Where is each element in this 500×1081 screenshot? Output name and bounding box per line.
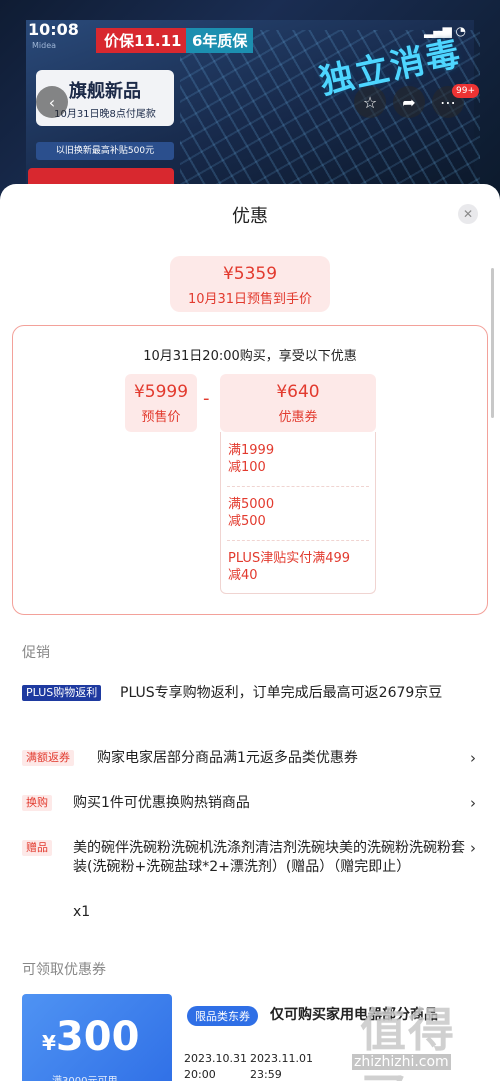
coupon-end-time: 23:59 xyxy=(250,1068,282,1081)
chevron-right-icon: › xyxy=(470,839,476,857)
tier-item: 满5000 减500 xyxy=(221,496,375,530)
coupon-value-panel: ¥300 满3000元可用 xyxy=(22,994,172,1081)
tier-threshold: 满5000 xyxy=(228,497,275,512)
promo-row-gift[interactable]: 赠品 美的碗伴洗碗粉洗碗机洗涤剂清洁剂洗碗块美的洗碗粉洗碗粉套装(洗碗粉+洗碗盐… xyxy=(22,839,482,929)
offers-sheet: 优惠 ✕ ¥5359 10月31日预售到手价 10月31日20:00购买，享受以… xyxy=(0,184,500,1081)
brand-logo: Midea xyxy=(32,41,57,50)
close-icon: ✕ xyxy=(462,207,474,221)
star-icon: ☆ xyxy=(362,92,378,112)
tier-item: PLUS津贴实付满499 减40 xyxy=(221,550,375,584)
sheet-title: 优惠 xyxy=(232,206,268,227)
share-icon: ➦ xyxy=(402,92,416,112)
promo-tag: 满额返券 xyxy=(22,750,74,766)
tradein-strip: 以旧换新最高补贴500元 xyxy=(36,142,174,160)
scrollbar[interactable] xyxy=(491,268,494,418)
watermark-url: zhizhizhi.com xyxy=(352,1054,451,1070)
product-banner: 10:08 ▂▄▆ ◔ Midea 价保11.11 6年质保 旗舰新品 10月3… xyxy=(0,0,500,200)
tier-discount: 减100 xyxy=(228,460,266,475)
cart-badge: 99+ xyxy=(452,84,479,98)
tier-discount: 减500 xyxy=(228,514,266,529)
close-button[interactable]: ✕ xyxy=(458,204,478,224)
coupon-start-time: 20:00 xyxy=(184,1068,216,1081)
tier-discount: 减40 xyxy=(228,568,258,583)
status-time: 10:08 xyxy=(28,20,79,39)
favorite-button[interactable]: ☆ xyxy=(354,86,386,118)
promotions-label: 促销 xyxy=(22,645,50,661)
promo-row-plus[interactable]: PLUS购物返利 PLUS专享购物返利，订单完成后最高可返2679京豆 xyxy=(22,684,482,728)
promo-text: 美的碗伴洗碗粉洗碗机洗涤剂清洁剂洗碗块美的洗碗粉洗碗粉套装(洗碗粉+洗碗盐球*2… xyxy=(73,840,465,875)
coupon-value: ¥300 xyxy=(42,1014,139,1060)
presale-label: 预售价 xyxy=(141,410,181,425)
promo-row-coupon-return[interactable]: 满额返券 购家电家居部分商品满1元返多品类优惠券 › xyxy=(22,749,482,773)
promo-row-exchange[interactable]: 换购 购买1件可优惠换购热销商品 › xyxy=(22,794,482,818)
minus-sign: - xyxy=(203,388,210,409)
promo-tag: 赠品 xyxy=(22,840,52,856)
coupon-start-date: 2023.10.31 xyxy=(184,1052,247,1065)
coupon-end-date: 2023.11.01 xyxy=(250,1052,313,1065)
share-button[interactable]: ➦ xyxy=(393,86,425,118)
coupon-tiers: 满1999 减100 满5000 减500 PLUS津贴实付满499 减40 xyxy=(220,432,376,594)
chevron-right-icon: › xyxy=(470,794,476,812)
presale-price-box: ¥5999 预售价 xyxy=(125,374,197,432)
promo-text: PLUS专享购物返利，订单完成后最高可返2679京豆 xyxy=(120,685,443,701)
gift-quantity: x1 xyxy=(73,904,91,920)
offer-breakdown: 10月31日20:00购买，享受以下优惠 ¥5999 预售价 - ¥640 优惠… xyxy=(12,325,488,615)
back-button[interactable]: ‹ xyxy=(36,86,68,118)
watermark: 值得买 zhizhizhi.com xyxy=(350,994,500,1081)
coupon-amount: 300 xyxy=(55,1014,140,1060)
coupon-total-box: ¥640 优惠券 xyxy=(220,374,376,432)
coupon-condition: 满3000元可用 xyxy=(52,1072,117,1081)
coupons-label: 可领取优惠券 xyxy=(22,962,106,978)
price-protect-tag: 价保11.11 xyxy=(96,28,190,53)
tier-divider xyxy=(227,486,369,487)
warranty-tag: 6年质保 xyxy=(186,28,254,53)
final-price-label: 10月31日预售到手价 xyxy=(187,292,313,307)
promo-tag: 换购 xyxy=(22,795,52,811)
final-price-box: ¥5359 10月31日预售到手价 xyxy=(170,256,330,312)
coupon-total-label: 优惠券 xyxy=(278,410,318,425)
tier-item: 满1999 减100 xyxy=(221,442,375,476)
chevron-left-icon: ‹ xyxy=(48,92,56,112)
coupon-category-tag: 限品类东券 xyxy=(187,1006,258,1026)
offer-heading: 10月31日20:00购买，享受以下优惠 xyxy=(143,349,357,364)
promo-text: 购家电家居部分商品满1元返多品类优惠券 xyxy=(97,750,358,766)
coupon-currency: ¥ xyxy=(42,1031,56,1055)
tier-threshold: 满1999 xyxy=(228,443,275,458)
final-price-amount: ¥5359 xyxy=(222,264,278,284)
coupon-total-amount: ¥640 xyxy=(276,382,320,402)
presale-amount: ¥5999 xyxy=(133,382,189,402)
tier-divider xyxy=(227,540,369,541)
promo-text: 购买1件可优惠换购热销商品 xyxy=(73,795,250,811)
tier-threshold: PLUS津贴实付满499 xyxy=(228,551,351,566)
promo-tag: PLUS购物返利 xyxy=(22,685,102,701)
chevron-right-icon: › xyxy=(470,749,476,767)
